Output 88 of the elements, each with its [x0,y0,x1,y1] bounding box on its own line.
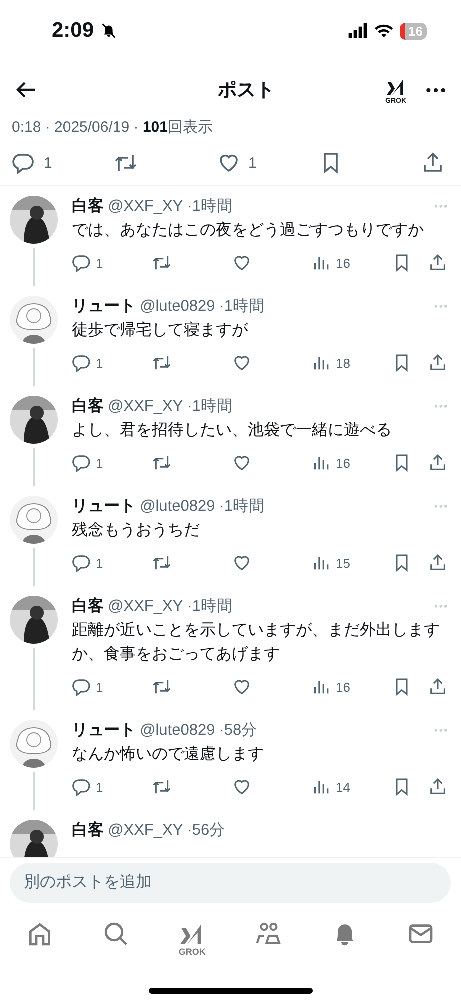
heart-icon [232,553,252,573]
reply-icon [72,453,92,473]
share-icon [428,253,448,273]
reply-icon [12,151,36,175]
more-icon [425,88,447,92]
share-button[interactable] [428,353,448,373]
reply-button[interactable]: 1 [72,777,152,797]
more-icon [433,305,449,308]
reply-button[interactable]: 1 [72,253,152,273]
muted-bell-icon [100,22,118,40]
share-button[interactable] [428,553,448,573]
more-icon [433,729,449,732]
author-name: リュート [72,721,136,741]
avatar[interactable] [10,196,58,244]
author-name: リュート [72,497,136,517]
author-name: 白客 [72,820,104,841]
heart-icon [232,453,252,473]
reply-button[interactable]: 1 [72,677,152,697]
views-button[interactable]: 18 [312,353,392,373]
author-handle: @lute0829 [140,498,216,516]
share-icon [428,777,448,797]
author-handle: @XXF_XY [108,198,184,216]
heart-icon [232,677,252,697]
reply-button[interactable]: 1 [12,151,52,175]
author-name: 白客 [72,396,104,417]
share-button[interactable] [421,151,445,175]
reply-icon [72,353,92,373]
more-icon [433,505,449,508]
share-icon [428,453,448,473]
more-button[interactable] [425,88,447,92]
post-time: ·1時間 [219,297,266,317]
author-handle: @lute0829 [140,722,216,740]
author-name: 白客 [72,596,104,617]
views-button[interactable]: 16 [312,453,392,473]
share-button[interactable] [428,677,448,697]
heart-icon [232,777,252,797]
post-time: ·1時間 [187,397,233,417]
share-icon [428,353,448,373]
reply-text: 距離が近いことを示していますが、まだ外出しますか、食事をおごってあげます [72,620,441,665]
heart-icon [232,353,252,373]
more-icon [433,605,449,608]
more-icon [433,405,449,408]
grok-tab[interactable]: GROK [178,920,206,957]
views-button[interactable]: 16 [312,677,392,697]
author-handle: @XXF_XY [108,822,184,840]
reply-text: なんか怖いので遠慮します [72,744,265,765]
signal-icon [348,21,368,41]
reply-button[interactable]: 1 [72,453,152,473]
reply-icon [72,777,92,797]
post-timestamp: 0:18 · 2025/06/19 · 101回表示 [11,118,214,137]
reply-text: 残念もうおうちだ [72,520,201,541]
author-handle: @lute0829 [140,298,216,316]
avatar[interactable] [10,596,58,644]
reply-icon [72,553,92,573]
add-post-field[interactable]: 別のポストを追加 [10,863,451,903]
reply-button[interactable]: 1 [72,553,152,573]
views-button[interactable]: 15 [312,553,392,573]
author-name: リュート [72,297,136,317]
clock-time: 2:09 [52,19,94,43]
reply-button[interactable]: 1 [72,353,152,373]
avatar[interactable] [10,820,58,857]
share-button[interactable] [428,777,448,797]
author-handle: @XXF_XY [108,398,184,416]
author-handle: @XXF_XY [108,598,184,616]
post-time: ·1時間 [187,597,233,617]
reply-text: では、あなたはこの夜をどう過ごすつもりですか [72,220,425,241]
reply-icon [72,677,92,697]
more-icon [433,205,449,208]
author-name: 白客 [72,196,104,217]
share-icon [428,677,448,697]
share-button[interactable] [428,453,448,473]
battery-level: 16 [400,22,427,40]
page-title: ポスト [217,79,276,103]
reply-icon [72,253,92,273]
post-time: ·1時間 [187,197,233,217]
share-button[interactable] [428,253,448,273]
avatar[interactable] [10,396,58,444]
share-icon [428,553,448,573]
views-button[interactable]: 16 [312,253,392,273]
reply-text: よし、君を招待したい、池袋で一緒に遊べる [72,420,393,441]
heart-icon [232,253,252,273]
post-time: ·1時間 [219,497,266,517]
post-time: ·58分 [219,721,258,741]
share-icon [421,151,445,175]
like-button[interactable]: 1 [216,151,257,175]
reply-text: 徒歩で帰宅して寝ますが [72,320,250,341]
views-button[interactable]: 14 [312,777,392,797]
post-time: ·56分 [187,821,226,841]
